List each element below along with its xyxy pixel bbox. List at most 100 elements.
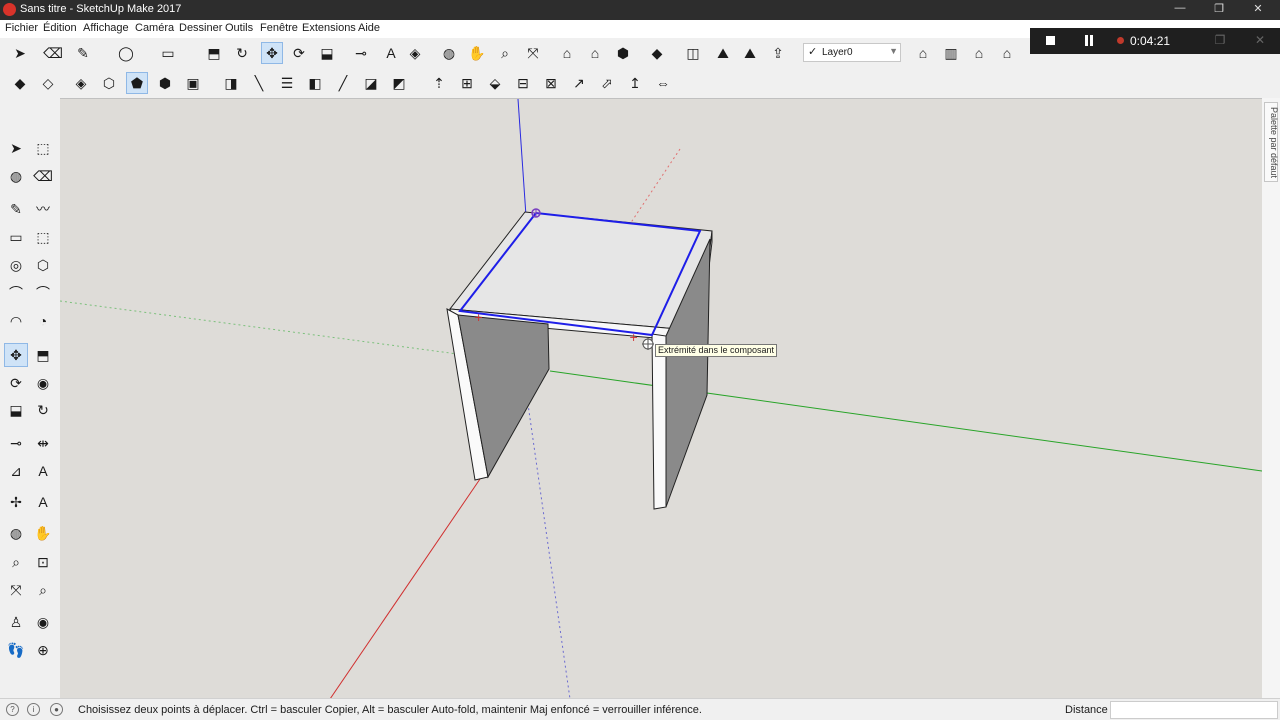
solid-tools-icon[interactable]: ◧ bbox=[304, 72, 326, 94]
export-icon[interactable]: ⇪ bbox=[767, 42, 789, 64]
drape-icon[interactable]: ⬀ bbox=[596, 72, 618, 94]
move-tool-icon[interactable]: ✥ bbox=[4, 343, 28, 367]
subtract-icon[interactable]: ◪ bbox=[360, 72, 382, 94]
tape-measure-icon[interactable]: ⊸ bbox=[350, 42, 372, 64]
flip-edge-icon[interactable]: ⇔ bbox=[652, 72, 674, 94]
geolocation-icon[interactable]: ? bbox=[6, 703, 19, 716]
xray-style-icon[interactable]: ◆ bbox=[9, 72, 31, 94]
rotated-rectangle-tool-icon[interactable]: ⬚ bbox=[31, 225, 55, 249]
credits-icon[interactable]: i bbox=[27, 703, 40, 716]
orbit-tool-icon[interactable]: ◍ bbox=[4, 521, 28, 545]
3d-text-tool-icon[interactable]: A bbox=[31, 490, 55, 514]
shaded-style-icon[interactable]: ⬡ bbox=[98, 72, 120, 94]
menu-outils[interactable]: Outils bbox=[225, 22, 253, 34]
rotate-tool-icon[interactable]: ⟳ bbox=[4, 371, 28, 395]
zoom-extents-icon[interactable]: ⤧ bbox=[522, 42, 544, 64]
text-tool-icon[interactable]: A bbox=[31, 459, 55, 483]
eraser-icon[interactable]: ⌫ bbox=[42, 42, 64, 64]
component-tool-icon[interactable]: ⬚ bbox=[31, 136, 55, 160]
menu-fenetre[interactable]: Fenêtre bbox=[260, 22, 298, 34]
right-leg-front[interactable] bbox=[651, 333, 667, 510]
wireframe-style-icon[interactable]: ◇ bbox=[37, 72, 59, 94]
freehand-tool-icon[interactable]: 〰 bbox=[31, 197, 55, 221]
restore-icon[interactable]: ❐ bbox=[1212, 33, 1228, 49]
extension-warehouse-icon[interactable]: ⬢ bbox=[612, 42, 634, 64]
box-view-icon[interactable]: ▣ bbox=[182, 72, 204, 94]
zoom-icon[interactable]: ⌕ bbox=[494, 42, 516, 64]
sandbox-flip-icon[interactable]: ⛰ bbox=[739, 42, 761, 64]
shaded-textures-style-icon[interactable]: ⬟ bbox=[126, 72, 148, 94]
display-section-icon[interactable]: ☰ bbox=[276, 72, 298, 94]
rectangle-icon[interactable]: ▭ bbox=[157, 42, 179, 64]
walk-tool-icon[interactable]: 👣 bbox=[4, 638, 28, 662]
axes-tool-icon[interactable]: ✢ bbox=[4, 490, 28, 514]
menu-edition[interactable]: Édition bbox=[43, 22, 77, 34]
section-cut-icon[interactable]: ╲ bbox=[248, 72, 270, 94]
front-view-icon[interactable]: ⌂ bbox=[968, 42, 990, 64]
right-view-icon[interactable]: ⌂ bbox=[996, 42, 1018, 64]
top-view-icon[interactable]: ▥ bbox=[940, 42, 962, 64]
pencil-icon[interactable]: ✎ bbox=[72, 42, 94, 64]
menu-camera[interactable]: Caméra bbox=[135, 22, 174, 34]
zoom-extents-tool-icon[interactable]: ⤧ bbox=[4, 578, 28, 602]
from-scratch-icon[interactable]: ⊟ bbox=[512, 72, 534, 94]
intersect-icon[interactable]: ◩ bbox=[388, 72, 410, 94]
split-icon[interactable]: ⊞ bbox=[456, 72, 478, 94]
smoove-icon[interactable]: ⊠ bbox=[540, 72, 562, 94]
menu-aide[interactable]: Aide bbox=[358, 22, 380, 34]
stamp-icon[interactable]: ↗ bbox=[568, 72, 590, 94]
pie-tool-icon[interactable]: ◔ bbox=[31, 309, 55, 333]
section-icon[interactable]: ◨ bbox=[220, 72, 242, 94]
menu-fichier[interactable]: Fichier bbox=[5, 22, 38, 34]
paint-tool-icon[interactable]: ◍ bbox=[4, 164, 28, 188]
three-point-arc-tool-icon[interactable]: ◠ bbox=[4, 309, 28, 333]
paint-bucket-icon[interactable]: ◈ bbox=[404, 42, 426, 64]
union-icon[interactable]: ╱ bbox=[332, 72, 354, 94]
close-button[interactable]: ✕ bbox=[1248, 2, 1268, 18]
tape-tool-icon[interactable]: ⊸ bbox=[4, 431, 28, 455]
orbit-icon[interactable]: ◍ bbox=[438, 42, 460, 64]
dynamic-components-icon[interactable]: ◫ bbox=[682, 42, 704, 64]
push-pull-icon[interactable]: ⬒ bbox=[203, 42, 225, 64]
follow-me-tool-icon[interactable]: ◉ bbox=[31, 371, 55, 395]
two-point-arc-tool-icon[interactable]: ⌒ bbox=[31, 281, 55, 305]
zoom-window-tool-icon[interactable]: ⊡ bbox=[31, 550, 55, 574]
add-detail-icon[interactable]: ↥ bbox=[624, 72, 646, 94]
monochrome-style-icon[interactable]: ⬢ bbox=[154, 72, 176, 94]
zoom-tool-icon[interactable]: ⌕ bbox=[4, 550, 28, 574]
iso-view-icon[interactable]: ⌂ bbox=[912, 42, 934, 64]
rotate-icon[interactable]: ⟳ bbox=[288, 42, 310, 64]
sandbox-icon[interactable]: ⛰ bbox=[712, 42, 734, 64]
follow-me-icon[interactable]: ↻ bbox=[231, 42, 253, 64]
look-around-tool-icon[interactable]: ◉ bbox=[31, 610, 55, 634]
menu-dessiner[interactable]: Dessiner bbox=[179, 22, 222, 34]
default-tray-tab[interactable]: Palette par défaut bbox=[1264, 102, 1279, 182]
warehouse-share-icon[interactable]: ⌂ bbox=[584, 42, 606, 64]
pause-icon[interactable] bbox=[1085, 35, 1093, 46]
arc-tool-icon[interactable]: ⌒ bbox=[4, 281, 28, 305]
user-icon[interactable]: ● bbox=[50, 703, 63, 716]
circle-tool-icon[interactable]: ◎ bbox=[4, 253, 28, 277]
menu-affichage[interactable]: Affichage bbox=[83, 22, 129, 34]
close-icon[interactable]: ✕ bbox=[1252, 33, 1268, 49]
dimension-tool-icon[interactable]: ⇹ bbox=[31, 431, 55, 455]
measurements-input[interactable] bbox=[1110, 701, 1278, 719]
eraser-tool-icon[interactable]: ⌫ bbox=[31, 164, 55, 188]
scene-canvas[interactable]: + + bbox=[60, 99, 1262, 698]
line-tool-icon[interactable]: ✎ bbox=[4, 197, 28, 221]
offset-tool-icon[interactable]: ↻ bbox=[31, 398, 55, 422]
modeling-viewport[interactable]: + + bbox=[60, 98, 1262, 698]
text-icon[interactable]: A bbox=[380, 42, 402, 64]
rectangle-tool-icon[interactable]: ▭ bbox=[4, 225, 28, 249]
polygon-tool-icon[interactable]: ⬡ bbox=[31, 253, 55, 277]
shape-icon[interactable]: ◯ bbox=[115, 42, 137, 64]
previous-view-tool-icon[interactable]: ⌕ bbox=[31, 578, 55, 602]
select-icon[interactable]: ➤ bbox=[9, 42, 31, 64]
pan-icon[interactable]: ✋ bbox=[466, 42, 488, 64]
ruby-icon[interactable]: ◆ bbox=[646, 42, 668, 64]
scale-tool-icon[interactable]: ⬓ bbox=[4, 398, 28, 422]
protractor-tool-icon[interactable]: ⊿ bbox=[4, 459, 28, 483]
section-plane-tool-icon[interactable]: ⊕ bbox=[31, 638, 55, 662]
pan-tool-icon[interactable]: ✋ bbox=[31, 521, 55, 545]
select-tool-icon[interactable]: ➤ bbox=[4, 136, 28, 160]
